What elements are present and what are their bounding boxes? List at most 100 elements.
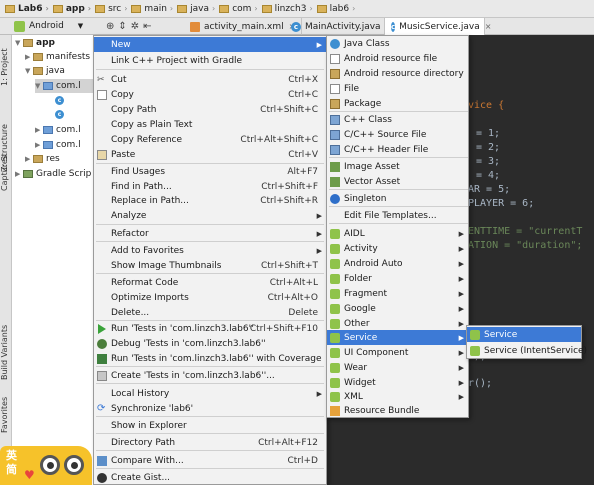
- submenu-item-file[interactable]: File: [327, 81, 468, 96]
- submenu-item-android-resource-file[interactable]: Android resource file: [327, 51, 468, 66]
- tree-node-class[interactable]: c: [55, 107, 67, 121]
- tree-node-package[interactable]: ▼ com.l: [35, 79, 94, 93]
- menu-item-show-in-explorer[interactable]: Show in Explorer: [94, 418, 326, 433]
- split-icon[interactable]: ⇕: [118, 21, 126, 32]
- tree-node-java[interactable]: ▼ java: [25, 64, 65, 78]
- menu-item-cut[interactable]: ✂ Cut Ctrl+X: [94, 72, 326, 87]
- submenu-item-image-asset[interactable]: Image Asset: [327, 159, 468, 174]
- menu-item-directory-path[interactable]: Directory Path Ctrl+Alt+F12: [94, 435, 326, 450]
- submenu-item-aidl[interactable]: AIDL ▶: [327, 226, 468, 241]
- submenu-item-folder[interactable]: Folder ▶: [327, 271, 468, 286]
- submenu-item-fragment[interactable]: Fragment ▶: [327, 286, 468, 301]
- menu-item-new[interactable]: New ▶: [94, 37, 326, 52]
- menu-item-reformat-code[interactable]: Reformat Code Ctrl+Alt+L: [94, 275, 326, 290]
- submenu-item-cpp-source[interactable]: C/C++ Source File: [327, 127, 468, 142]
- tab-project[interactable]: 1: Project: [0, 37, 12, 97]
- submenu-item-intent-service[interactable]: Service (IntentService): [467, 343, 587, 358]
- view-selector[interactable]: Android ▼: [14, 18, 104, 34]
- tree-node-gradle[interactable]: ▶ Gradle Scrip: [15, 167, 91, 181]
- submenu-item-google[interactable]: Google ▶: [327, 301, 468, 316]
- hide-icon[interactable]: ⇤: [143, 21, 151, 32]
- submenu-item-java-class[interactable]: Java Class: [327, 36, 468, 51]
- breadcrumb-item[interactable]: Lab6 ›: [3, 0, 51, 18]
- breadcrumb-item[interactable]: com ›: [217, 0, 259, 18]
- submenu-item-xml[interactable]: XML ▶: [327, 389, 468, 404]
- breadcrumb-item[interactable]: main ›: [129, 0, 175, 18]
- android-icon: [330, 303, 340, 314]
- menu-item-find-in-path[interactable]: Find in Path... Ctrl+Shift+F: [94, 179, 326, 194]
- menu-item-copy[interactable]: Copy Ctrl+C: [94, 87, 326, 102]
- tree-node-res[interactable]: ▶ res: [25, 152, 60, 166]
- chevron-right-icon: ▶: [25, 53, 31, 61]
- tab-favorites[interactable]: Favorites: [0, 393, 12, 437]
- menu-separator: [96, 366, 324, 367]
- submenu-item-wear[interactable]: Wear ▶: [327, 360, 468, 375]
- tree-node-package[interactable]: ▶ com.l: [35, 123, 81, 137]
- submenu-item-service-plain[interactable]: Service: [467, 327, 581, 342]
- menu-item-create-tests[interactable]: Create 'Tests in 'com.linzch3.lab6''...: [94, 368, 326, 383]
- menu-item-synchronize[interactable]: ⟳ Synchronize 'lab6': [94, 401, 326, 416]
- menu-item-delete[interactable]: Delete... Delete: [94, 305, 326, 320]
- submenu-item-edit-templates[interactable]: Edit File Templates...: [327, 208, 468, 223]
- menu-item-find-usages[interactable]: Find Usages Alt+F7: [94, 164, 326, 179]
- tab-music-service[interactable]: c MusicService.java ×: [384, 18, 491, 35]
- submenu-item-widget[interactable]: Widget ▶: [327, 375, 468, 390]
- tree-node-class[interactable]: c: [55, 93, 67, 107]
- menu-item-run-coverage[interactable]: Run 'Tests in 'com.linzch3.lab6'' with C…: [94, 351, 326, 366]
- folder-icon: [261, 4, 272, 13]
- menu-item-refactor[interactable]: Refactor ▶: [94, 226, 326, 241]
- breadcrumb-label: Lab6: [18, 3, 43, 14]
- menu-item-run-tests[interactable]: Run 'Tests in 'com.linzch3.lab6'' Ctrl+Sh…: [94, 321, 326, 336]
- submenu-item-resource-bundle[interactable]: Resource Bundle: [327, 403, 468, 418]
- submenu-item-android-resource-directory[interactable]: Android resource directory: [327, 66, 468, 81]
- submenu-item-service[interactable]: Service ▶: [327, 330, 468, 345]
- menu-item-copy-plain[interactable]: Copy as Plain Text: [94, 117, 326, 132]
- submenu-item-ui-component[interactable]: UI Component ▶: [327, 345, 468, 360]
- submenu-item-android-auto[interactable]: Android Auto ▶: [327, 256, 468, 271]
- menu-item-optimize-imports[interactable]: Optimize Imports Ctrl+Alt+O: [94, 290, 326, 305]
- menu-item-create-gist[interactable]: Create Gist...: [94, 470, 326, 485]
- menu-item-show-thumbnails[interactable]: Show Image Thumbnails Ctrl+Shift+T: [94, 258, 326, 273]
- github-icon: [97, 472, 107, 483]
- tab-captures[interactable]: Captures: [0, 150, 12, 196]
- menu-item-analyze[interactable]: Analyze ▶: [94, 208, 326, 223]
- breadcrumb-item[interactable]: lab6 ›: [315, 0, 358, 18]
- menu-item-add-to-favorites[interactable]: Add to Favorites ▶: [94, 243, 326, 258]
- menu-item-replace-in-path[interactable]: Replace in Path... Ctrl+Shift+R: [94, 193, 326, 208]
- submenu-item-cpp-header[interactable]: C/C++ Header File: [327, 142, 468, 157]
- menu-item-local-history[interactable]: Local History ▶: [94, 386, 326, 401]
- breadcrumb-item[interactable]: app ›: [51, 0, 93, 18]
- globe-icon[interactable]: ⊕: [106, 21, 114, 32]
- tab-main-activity[interactable]: cMainActivity.java×: [285, 18, 400, 35]
- submenu-item-activity[interactable]: Activity ▶: [327, 241, 468, 256]
- menu-item-copy-reference[interactable]: Copy Reference Ctrl+Alt+Shift+C: [94, 132, 326, 147]
- tree-node-app[interactable]: ▼ app: [15, 36, 55, 50]
- tree-node-manifests[interactable]: ▶ manifests: [25, 50, 90, 64]
- menu-item-debug-tests[interactable]: Debug 'Tests in 'com.linzch3.lab6'': [94, 336, 326, 351]
- vector-asset-icon: [330, 176, 340, 187]
- chevron-right-icon: ▶: [316, 40, 322, 49]
- menu-item-compare-with[interactable]: Compare With... Ctrl+D: [94, 453, 326, 468]
- breadcrumb-item[interactable]: linzch3 ›: [260, 0, 315, 18]
- submenu-item-singleton[interactable]: Singleton: [327, 191, 468, 206]
- submenu-item-cpp-class[interactable]: C++ Class: [327, 112, 468, 127]
- tree-node-label: com.l: [56, 140, 81, 150]
- gear-icon[interactable]: ✲: [131, 21, 139, 32]
- tree-node-package[interactable]: ▶ com.l: [35, 138, 81, 152]
- menu-separator: [96, 433, 324, 434]
- context-menu: New ▶ Link C++ Project with Gradle ✂ Cut Ct…: [93, 35, 327, 485]
- breadcrumb-item[interactable]: src ›: [93, 0, 129, 18]
- menu-separator: [96, 69, 324, 70]
- submenu-item-other[interactable]: Other ▶: [327, 316, 468, 331]
- breadcrumb-label: linzch3: [274, 3, 307, 14]
- menu-item-copy-path[interactable]: Copy Path Ctrl+Shift+C: [94, 102, 326, 117]
- breadcrumb-item[interactable]: java ›: [175, 0, 217, 18]
- menu-item-link-cpp[interactable]: Link C++ Project with Gradle: [94, 53, 326, 68]
- submenu-item-package[interactable]: Package: [327, 96, 468, 111]
- submenu-item-vector-asset[interactable]: Vector Asset: [327, 174, 468, 189]
- tab-build-variants[interactable]: Build Variants: [0, 317, 12, 387]
- folder-icon: [33, 67, 43, 75]
- close-icon[interactable]: ×: [485, 22, 492, 31]
- chevron-right-icon: ▶: [458, 392, 464, 401]
- menu-item-paste[interactable]: Paste Ctrl+V: [94, 147, 326, 162]
